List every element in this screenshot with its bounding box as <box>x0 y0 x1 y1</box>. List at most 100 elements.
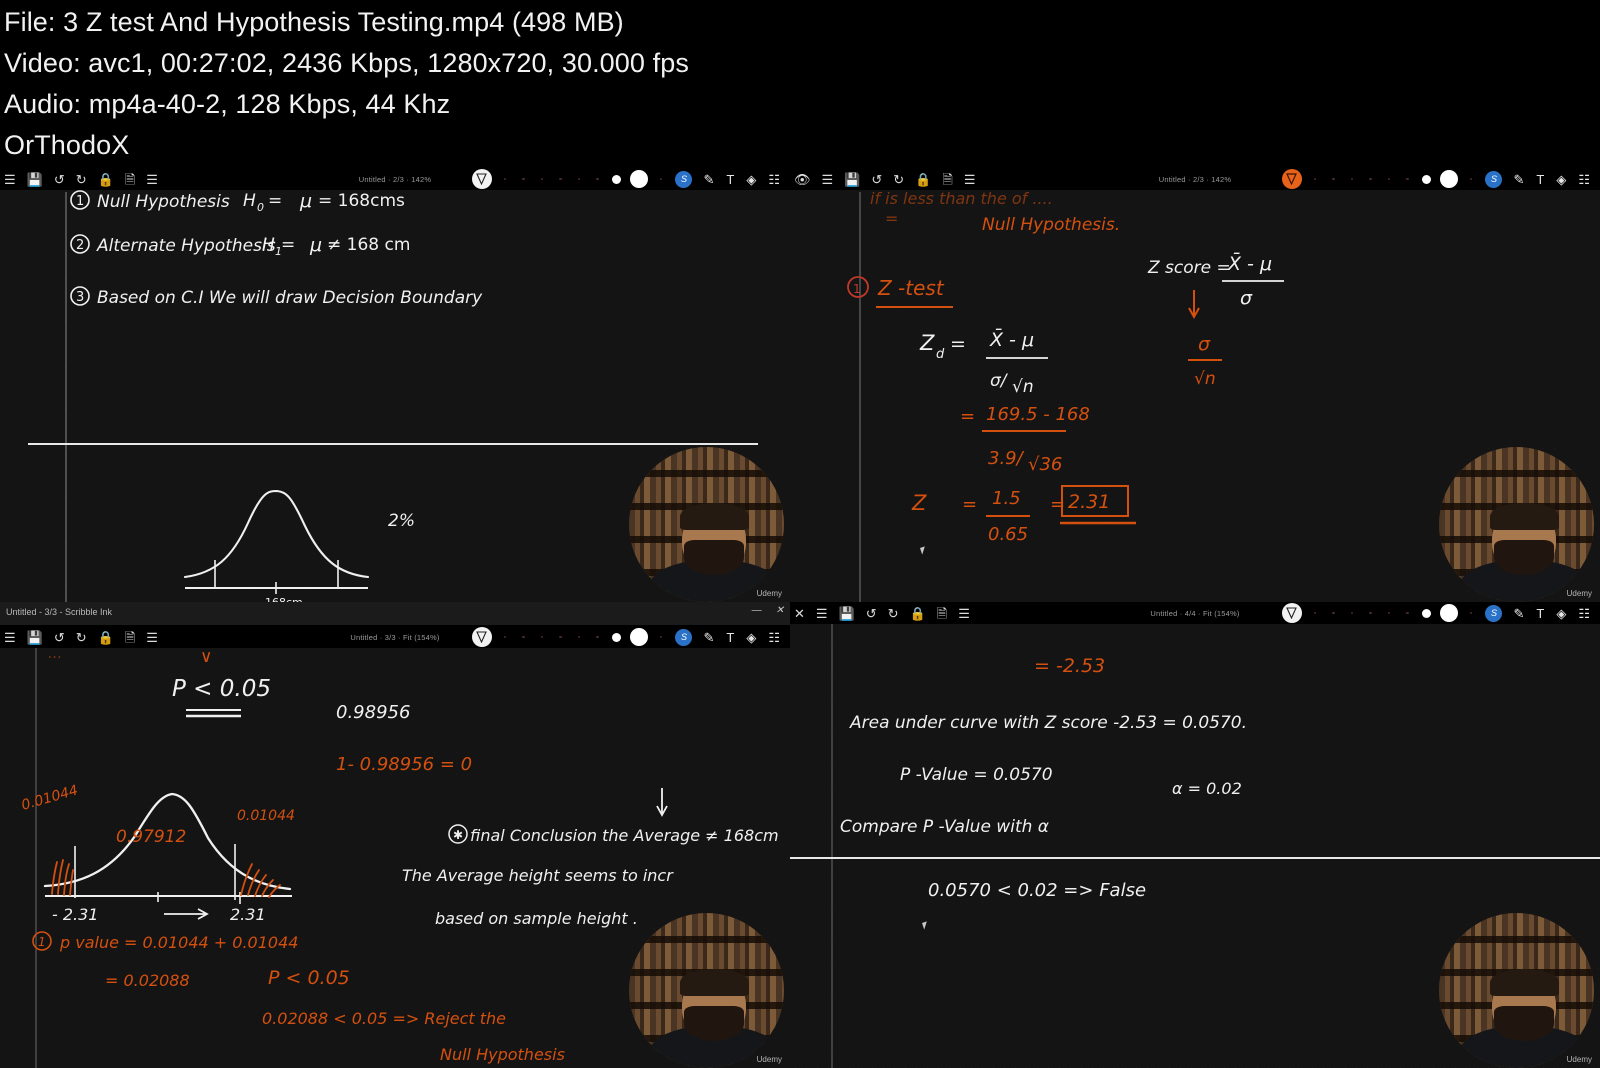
lasso-icon[interactable]: S <box>675 628 693 646</box>
save-icon[interactable]: 💾 <box>27 631 43 644</box>
lasso-icon[interactable]: S <box>1485 604 1503 622</box>
eraser-icon[interactable]: ◈ <box>746 631 756 644</box>
highlighter-icon[interactable] <box>471 627 492 647</box>
svg-text:=: = <box>950 333 966 355</box>
toolbar-right-group: S ✎ T ◈ ☷ <box>1281 603 1596 623</box>
svg-text:√n: √n <box>1194 369 1216 389</box>
select-icon[interactable]: ☷ <box>1578 607 1590 620</box>
settings-sliders-icon[interactable]: ☰ <box>146 631 158 644</box>
menu-icon[interactable]: ☰ <box>816 607 828 620</box>
svg-text:0.01044: 0.01044 <box>20 783 80 814</box>
svg-text:=: = <box>268 191 282 211</box>
svg-text:...: ... <box>48 648 62 662</box>
highlighter-icon[interactable] <box>1281 603 1302 623</box>
color-swatch-1[interactable] <box>1313 611 1317 615</box>
svg-text:∨: ∨ <box>200 648 212 667</box>
color-swatch-4[interactable] <box>559 635 562 639</box>
svg-text:d: d <box>936 347 945 362</box>
color-swatch-4[interactable] <box>1369 611 1372 615</box>
svg-text:0.02088 < 0.05 => Reject the: 0.02088 < 0.05 => Reject the <box>262 1009 506 1028</box>
presenter-hair <box>679 502 749 531</box>
color-swatch-2[interactable] <box>522 635 525 639</box>
presenter-figure <box>1460 490 1589 602</box>
window-title: Untitled - 3/3 - Scribble Ink <box>6 607 113 617</box>
svg-text:0.0570 < 0.02 => False: 0.0570 < 0.02 => False <box>928 880 1146 901</box>
toolbar-right-group: S ✎ T ◈ ☷ <box>471 627 786 647</box>
close-icon[interactable]: ✕ <box>794 607 805 620</box>
color-swatch-7[interactable] <box>659 635 663 639</box>
svg-text:0.98956: 0.98956 <box>336 702 410 723</box>
svg-text:≠ 168 cm: ≠ 168 cm <box>327 235 410 255</box>
undo-icon[interactable]: ↺ <box>54 631 65 644</box>
color-swatch-2[interactable] <box>1332 611 1335 615</box>
toolbar-left-group: ☰ 💾 ↺ ↻ 🔒 🗎 ☰ <box>4 631 158 644</box>
stroke-size-large[interactable] <box>629 628 648 646</box>
color-swatch-3[interactable] <box>1350 611 1354 615</box>
menu-icon[interactable]: ☰ <box>4 631 16 644</box>
svg-text:The Average height seems to: The Average height seems to incr <box>402 866 674 885</box>
svg-text:3.9/: 3.9/ <box>988 448 1025 469</box>
stroke-size-small[interactable] <box>1421 608 1431 618</box>
svg-text:169.5 - 168: 169.5 - 168 <box>986 404 1090 425</box>
panel-4-p-value-comparison: ✕ ☰ 💾 ↺ ↻ 🔒 🗎 ☰ Untitled · 4/4 · Fit (15… <box>790 602 1600 1068</box>
audio-meta-line: Audio: mp4a-40-2, 128 Kbps, 44 Khz <box>4 89 451 119</box>
color-swatch-6[interactable] <box>1406 611 1409 615</box>
color-swatch-5[interactable] <box>577 635 581 639</box>
undo-icon[interactable]: ↺ <box>866 607 877 620</box>
stroke-size-small[interactable] <box>611 632 621 642</box>
file-meta-line: File: 3 Z test And Hypothesis Testing.mp… <box>4 7 624 37</box>
text-icon[interactable]: T <box>1536 607 1544 620</box>
presenter-hair <box>679 968 749 997</box>
presenter-hair <box>1489 968 1559 997</box>
svg-text:√36: √36 <box>1028 454 1062 475</box>
svg-text:σ/: σ/ <box>990 371 1009 391</box>
redo-icon[interactable]: ↻ <box>888 607 899 620</box>
svg-text:0.01044: 0.01044 <box>237 808 295 824</box>
svg-text:H: H <box>262 235 275 255</box>
svg-text:Area under curve with Z s: Area under curve with Z score -2.53 = 0.… <box>849 713 1247 733</box>
window-controls: — ✕ <box>752 606 784 616</box>
webcam-bubble-3 <box>629 913 784 1068</box>
svg-text:- 2.31: - 2.31 <box>52 905 98 924</box>
stroke-size-large[interactable] <box>1439 604 1458 622</box>
svg-text:Z -test: Z -test <box>877 276 945 300</box>
minimize-button[interactable]: — <box>752 606 762 616</box>
svg-text:Based on C.I We will dr: Based on C.I We will draw Decision Bound… <box>97 288 483 308</box>
color-swatch-7[interactable] <box>1469 611 1473 615</box>
svg-text:= 0.02088: = 0.02088 <box>105 971 190 990</box>
page-icon[interactable]: 🗎 <box>937 607 947 620</box>
eraser-icon[interactable]: ◈ <box>1556 607 1566 620</box>
presenter-beard <box>1494 540 1555 575</box>
svg-text:X̄ - μ: X̄ - μ <box>1227 251 1272 275</box>
color-swatch-3[interactable] <box>540 635 544 639</box>
pen-icon[interactable]: ✎ <box>1513 607 1524 620</box>
text-icon[interactable]: T <box>726 631 734 644</box>
panel-3-p-value-curve: Untitled - 3/3 - Scribble Ink — ✕ ☰ 💾 ↺ … <box>0 602 790 1068</box>
color-swatch-5[interactable] <box>1387 611 1391 615</box>
svg-text:Null Hypothesis.: Null Hypothesis. <box>982 215 1120 235</box>
select-icon[interactable]: ☷ <box>768 631 780 644</box>
svg-text:Null Hypothesis: Null Hypothesis <box>440 1045 565 1064</box>
close-button[interactable]: ✕ <box>776 606 784 616</box>
lock-icon[interactable]: 🔒 <box>98 631 114 644</box>
svg-text:1: 1 <box>38 935 46 949</box>
page-icon[interactable]: 🗎 <box>125 631 135 644</box>
presenter-beard <box>1494 1006 1555 1041</box>
color-swatch-6[interactable] <box>596 635 599 639</box>
color-swatch-row <box>1306 604 1481 622</box>
save-icon[interactable]: 💾 <box>839 607 855 620</box>
svg-text:3: 3 <box>76 290 84 305</box>
svg-text:2.31: 2.31 <box>1068 491 1110 513</box>
presenter-beard <box>684 540 745 575</box>
window-title-bar: Untitled - 3/3 - Scribble Ink — ✕ <box>0 602 790 626</box>
settings-sliders-icon[interactable]: ☰ <box>958 607 970 620</box>
svg-text:0.97912: 0.97912 <box>116 827 186 847</box>
svg-text:Compare P -Value with α: Compare P -Value with α <box>840 817 1049 837</box>
svg-text:final Conclusion the Average: final Conclusion the Average ≠ 168cm <box>470 826 779 845</box>
presenter-figure <box>650 490 779 602</box>
lock-icon[interactable]: 🔒 <box>910 607 926 620</box>
presenter-figure <box>1460 956 1589 1068</box>
pen-icon[interactable]: ✎ <box>703 631 714 644</box>
color-swatch-1[interactable] <box>503 635 507 639</box>
redo-icon[interactable]: ↻ <box>76 631 87 644</box>
